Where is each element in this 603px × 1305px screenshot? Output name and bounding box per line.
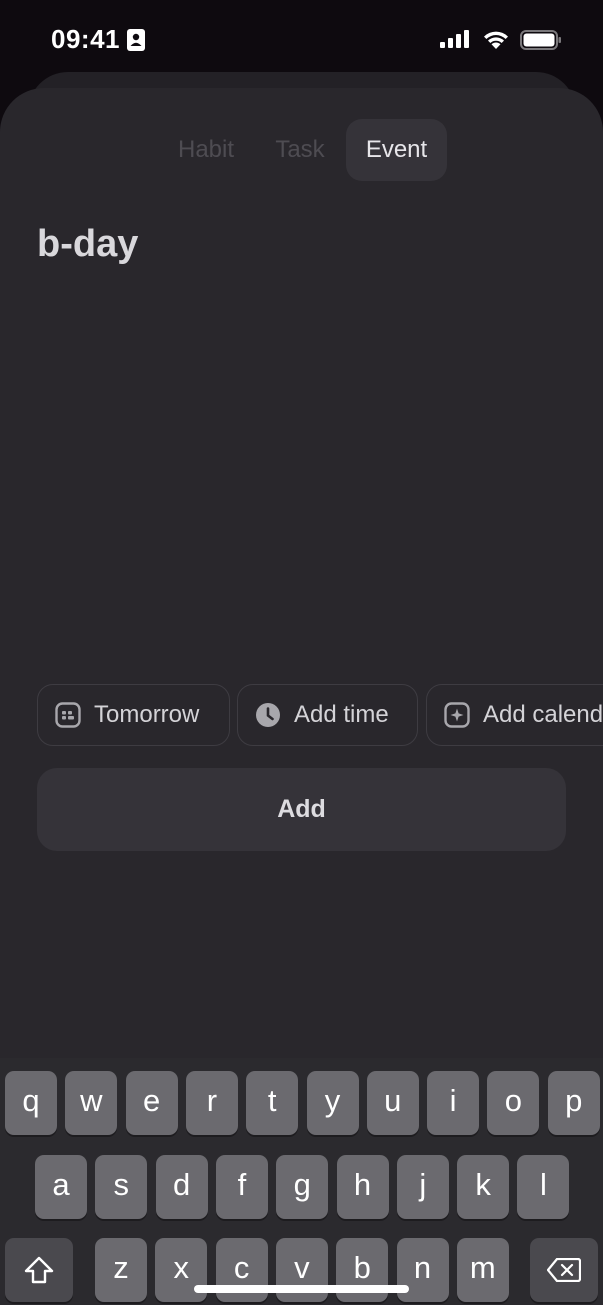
key-a[interactable]: a (35, 1155, 87, 1219)
key-f[interactable]: f (215, 1155, 268, 1219)
key-u[interactable]: u (366, 1071, 419, 1135)
key-e[interactable]: e (125, 1071, 178, 1135)
date-chip[interactable]: Tomorrow (37, 684, 230, 746)
key-r[interactable]: r (185, 1071, 238, 1135)
key-q[interactable]: q (5, 1071, 57, 1135)
add-time-chip-label: Add time (294, 701, 389, 728)
delete-key[interactable] (530, 1238, 598, 1302)
id-card-icon (127, 29, 145, 51)
date-chip-label: Tomorrow (94, 701, 200, 728)
status-bar: 09:41 (0, 0, 603, 80)
key-t[interactable]: t (246, 1071, 299, 1135)
add-button[interactable]: Add (37, 768, 566, 851)
calendar-date-icon (55, 702, 81, 728)
home-indicator (194, 1285, 409, 1293)
segment-habit[interactable]: Habit (160, 119, 252, 181)
item-type-segmented-control: Habit Task Event (0, 119, 603, 181)
cellular-signal-icon (440, 30, 469, 48)
clock-icon (256, 703, 280, 727)
add-time-chip[interactable]: Add time (237, 684, 418, 746)
segment-event[interactable]: Event (346, 119, 447, 181)
options-chip-row: Tomorrow Add time Add calendar (37, 684, 603, 746)
key-z[interactable]: z (95, 1238, 147, 1302)
key-l[interactable]: l (517, 1155, 570, 1219)
key-m[interactable]: m (456, 1238, 509, 1302)
calendar-sparkle-icon (444, 702, 470, 728)
shift-key[interactable] (5, 1238, 73, 1302)
key-y[interactable]: y (306, 1071, 359, 1135)
key-i[interactable]: i (427, 1071, 480, 1135)
key-g[interactable]: g (276, 1155, 329, 1219)
segment-task[interactable]: Task (262, 119, 338, 181)
battery-icon (520, 30, 561, 50)
key-o[interactable]: o (487, 1071, 540, 1135)
status-time: 09:41 (51, 24, 120, 54)
key-h[interactable]: h (336, 1155, 389, 1219)
add-calendar-chip-label: Add calendar (483, 701, 603, 728)
event-title-input[interactable]: b-day (37, 216, 557, 272)
key-d[interactable]: d (155, 1155, 208, 1219)
shift-arrow-icon (24, 1256, 54, 1284)
keyboard: qwertyuiop asdfghjkl zxcvbnm (0, 1058, 603, 1305)
key-j[interactable]: j (396, 1155, 449, 1219)
add-calendar-chip[interactable]: Add calendar (426, 684, 603, 746)
backspace-icon (547, 1258, 581, 1282)
key-s[interactable]: s (95, 1155, 148, 1219)
key-w[interactable]: w (65, 1071, 118, 1135)
key-k[interactable]: k (457, 1155, 510, 1219)
wifi-icon (484, 31, 508, 49)
key-p[interactable]: p (547, 1071, 600, 1135)
